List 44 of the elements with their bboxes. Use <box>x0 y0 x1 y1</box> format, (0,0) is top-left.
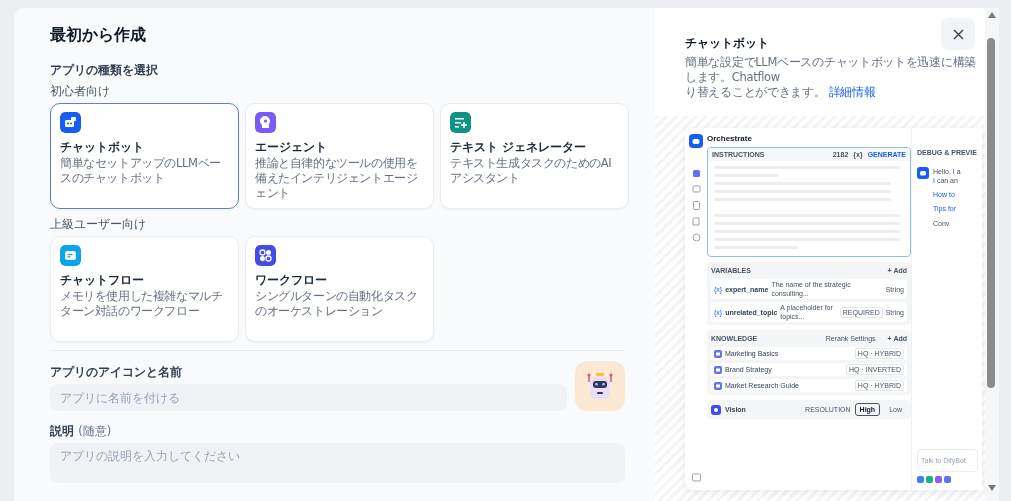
app-type-name: エージェント <box>255 139 328 155</box>
description-input[interactable]: アプリの説明を入力してください <box>50 443 625 483</box>
folder-icon <box>714 349 722 358</box>
panel-icon[interactable] <box>691 473 701 482</box>
app-type-description: シングルターンの自動化タスクのオーケストレーション <box>255 289 419 319</box>
scroll-down-icon[interactable] <box>988 485 996 492</box>
app-type-name: テキスト ジェネレーター <box>450 139 588 155</box>
group-label: 上級ユーザー向け <box>50 217 147 232</box>
app-type-card[interactable]: テキスト ジェネレーター テキスト生成タスクのためのAIアシスタント <box>440 103 629 209</box>
app-type-name: チャットボット <box>60 139 145 155</box>
preview-title: チャットボット <box>685 35 770 52</box>
name-input[interactable]: アプリに名前を付ける <box>50 384 567 411</box>
section-heading: アプリの種類を選択 <box>50 62 159 78</box>
app-type-description: テキスト生成タスクのためのAIアシスタント <box>450 156 613 186</box>
scrollbar[interactable] <box>985 8 999 501</box>
bot-icon <box>917 167 929 179</box>
eye-icon <box>711 404 721 415</box>
page-title: 最初から作成 <box>50 24 147 46</box>
app-type-name: チャットフロー <box>60 272 145 288</box>
folder-icon <box>714 365 722 374</box>
app-title: Orchestrate <box>707 134 753 143</box>
folder-icon <box>714 381 722 390</box>
scrollbar-thumb[interactable] <box>987 38 995 388</box>
group-label: 初心者向け <box>50 84 111 99</box>
optional-hint: (随意) <box>78 424 112 438</box>
field-label: 説明 <box>50 424 74 438</box>
app-avatar[interactable] <box>575 361 625 411</box>
app-type-card[interactable]: ワークフロー シングルターンの自動化タスクのオーケストレーション <box>245 236 434 342</box>
close-icon[interactable] <box>952 28 964 40</box>
learn-more-link[interactable]: 詳細情報 <box>828 85 876 99</box>
tool-icons-drawing <box>917 476 951 484</box>
app-type-description: メモリを使用した複雑なマルチターン対話のワークフロー <box>60 289 224 319</box>
preview-description: 簡単な設定でLLMベースのチャットボットを迅速に構築します。Chatflow <box>685 55 976 84</box>
app-type-card[interactable]: エージェント 推論と自律的なツールの使用を備えたインテリジェントエージェント <box>245 103 434 209</box>
field-label: アプリのアイコンと名前 <box>50 364 183 380</box>
app-type-description: 推論と自律的なツールの使用を備えたインテリジェントエージェント <box>255 156 419 201</box>
app-type-card[interactable]: チャットボット 簡単なセットアップのLLMベースのチャットボット <box>50 103 239 209</box>
app-type-card[interactable]: チャットフロー メモリを使用した複雑なマルチターン対話のワークフロー <box>50 236 239 342</box>
preview-description: り替えることができます。 <box>685 85 826 99</box>
scroll-up-icon[interactable] <box>988 12 996 19</box>
app-type-name: ワークフロー <box>255 272 328 288</box>
bot-icon <box>689 134 703 148</box>
robot-icon <box>585 370 615 402</box>
app-type-description: 簡単なセットアップのLLMベースのチャットボット <box>60 156 222 186</box>
